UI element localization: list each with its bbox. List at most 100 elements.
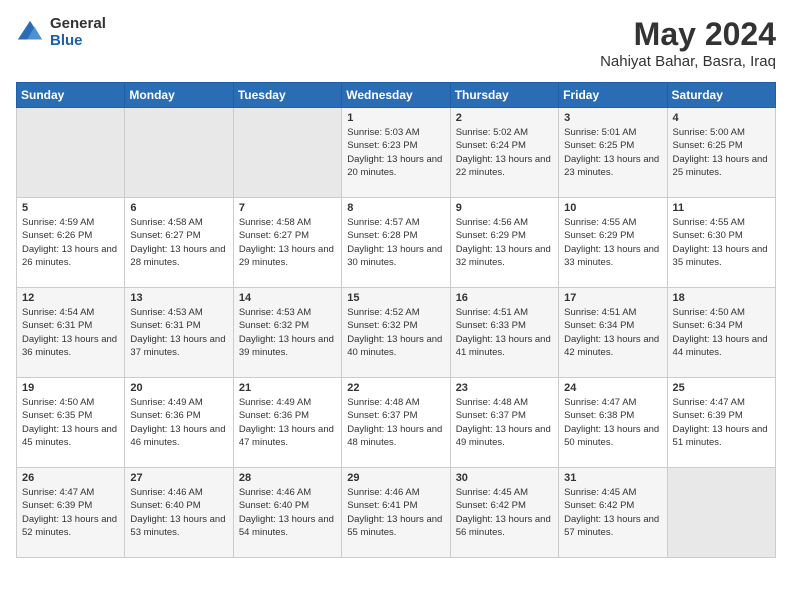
day-info: Sunrise: 4:47 AMSunset: 6:39 PMDaylight:… <box>22 486 119 539</box>
day-info: Sunrise: 5:01 AMSunset: 6:25 PMDaylight:… <box>564 126 661 179</box>
day-info: Sunrise: 4:56 AMSunset: 6:29 PMDaylight:… <box>456 216 553 269</box>
day-info: Sunrise: 4:54 AMSunset: 6:31 PMDaylight:… <box>22 306 119 359</box>
day-info: Sunrise: 4:48 AMSunset: 6:37 PMDaylight:… <box>347 396 444 449</box>
day-number: 8 <box>347 202 444 214</box>
day-number: 30 <box>456 472 553 484</box>
day-number: 20 <box>130 382 227 394</box>
day-info: Sunrise: 4:59 AMSunset: 6:26 PMDaylight:… <box>22 216 119 269</box>
day-number: 17 <box>564 292 661 304</box>
calendar-week-row: 26 Sunrise: 4:47 AMSunset: 6:39 PMDayligh… <box>17 468 776 558</box>
calendar-cell: 5 Sunrise: 4:59 AMSunset: 6:26 PMDaylight… <box>17 198 125 288</box>
day-info: Sunrise: 4:47 AMSunset: 6:38 PMDaylight:… <box>564 396 661 449</box>
day-number: 14 <box>239 292 336 304</box>
calendar-cell: 8 Sunrise: 4:57 AMSunset: 6:28 PMDaylight… <box>342 198 450 288</box>
day-number: 4 <box>673 112 770 124</box>
calendar-cell: 4 Sunrise: 5:00 AMSunset: 6:25 PMDaylight… <box>667 108 775 198</box>
day-info: Sunrise: 4:45 AMSunset: 6:42 PMDaylight:… <box>456 486 553 539</box>
day-number: 9 <box>456 202 553 214</box>
day-number: 2 <box>456 112 553 124</box>
calendar-table: SundayMondayTuesdayWednesdayThursdayFrid… <box>16 82 776 558</box>
day-number: 18 <box>673 292 770 304</box>
day-info: Sunrise: 4:53 AMSunset: 6:32 PMDaylight:… <box>239 306 336 359</box>
day-number: 22 <box>347 382 444 394</box>
day-number: 23 <box>456 382 553 394</box>
logo-text: General Blue <box>50 16 106 49</box>
day-number: 11 <box>673 202 770 214</box>
day-number: 27 <box>130 472 227 484</box>
day-info: Sunrise: 4:49 AMSunset: 6:36 PMDaylight:… <box>130 396 227 449</box>
day-number: 21 <box>239 382 336 394</box>
calendar-cell: 18 Sunrise: 4:50 AMSunset: 6:34 PMDayligh… <box>667 288 775 378</box>
day-info: Sunrise: 4:57 AMSunset: 6:28 PMDaylight:… <box>347 216 444 269</box>
calendar-cell: 12 Sunrise: 4:54 AMSunset: 6:31 PMDayligh… <box>17 288 125 378</box>
day-number: 29 <box>347 472 444 484</box>
weekday-header-tuesday: Tuesday <box>233 83 341 108</box>
weekday-header-row: SundayMondayTuesdayWednesdayThursdayFrid… <box>17 83 776 108</box>
weekday-header-friday: Friday <box>559 83 667 108</box>
day-number: 24 <box>564 382 661 394</box>
calendar-week-row: 19Sunrise: 4:50 AMSunset: 6:35 PMDayligh… <box>17 378 776 468</box>
calendar-cell: 23 Sunrise: 4:48 AMSunset: 6:37 PMDayligh… <box>450 378 558 468</box>
day-number: 26 <box>22 472 119 484</box>
day-number: 15 <box>347 292 444 304</box>
calendar-cell: 14 Sunrise: 4:53 AMSunset: 6:32 PMDayligh… <box>233 288 341 378</box>
calendar-cell: 21 Sunrise: 4:49 AMSunset: 6:36 PMDayligh… <box>233 378 341 468</box>
calendar-cell: 13 Sunrise: 4:53 AMSunset: 6:31 PMDayligh… <box>125 288 233 378</box>
day-info: Sunrise: 4:48 AMSunset: 6:37 PMDaylight:… <box>456 396 553 449</box>
calendar-cell: 16Sunrise: 4:51 AMSunset: 6:33 PMDayligh… <box>450 288 558 378</box>
calendar-week-row: 1 Sunrise: 5:03 AMSunset: 6:23 PMDaylight… <box>17 108 776 198</box>
day-info: Sunrise: 4:45 AMSunset: 6:42 PMDaylight:… <box>564 486 661 539</box>
day-info: Sunrise: 4:51 AMSunset: 6:34 PMDaylight:… <box>564 306 661 359</box>
day-info: Sunrise: 4:58 AMSunset: 6:27 PMDaylight:… <box>130 216 227 269</box>
calendar-cell: 24 Sunrise: 4:47 AMSunset: 6:38 PMDayligh… <box>559 378 667 468</box>
calendar-cell: 7Sunrise: 4:58 AMSunset: 6:27 PMDaylight… <box>233 198 341 288</box>
calendar-cell: 9 Sunrise: 4:56 AMSunset: 6:29 PMDaylight… <box>450 198 558 288</box>
calendar-cell: 29 Sunrise: 4:46 AMSunset: 6:41 PMDayligh… <box>342 468 450 558</box>
day-number: 25 <box>673 382 770 394</box>
day-info: Sunrise: 5:03 AMSunset: 6:23 PMDaylight:… <box>347 126 444 179</box>
day-info: Sunrise: 4:50 AMSunset: 6:34 PMDaylight:… <box>673 306 770 359</box>
calendar-cell: 11 Sunrise: 4:55 AMSunset: 6:30 PMDayligh… <box>667 198 775 288</box>
logo-blue-text: Blue <box>50 33 106 50</box>
calendar-cell: 6 Sunrise: 4:58 AMSunset: 6:27 PMDaylight… <box>125 198 233 288</box>
weekday-header-saturday: Saturday <box>667 83 775 108</box>
calendar-cell: 26 Sunrise: 4:47 AMSunset: 6:39 PMDayligh… <box>17 468 125 558</box>
calendar-cell: 17 Sunrise: 4:51 AMSunset: 6:34 PMDayligh… <box>559 288 667 378</box>
day-info: Sunrise: 4:55 AMSunset: 6:30 PMDaylight:… <box>673 216 770 269</box>
calendar-cell <box>667 468 775 558</box>
day-info: Sunrise: 4:58 AMSunset: 6:27 PMDaylight:… <box>239 216 336 269</box>
day-number: 19 <box>22 382 119 394</box>
day-number: 16 <box>456 292 553 304</box>
day-info: Sunrise: 4:53 AMSunset: 6:31 PMDaylight:… <box>130 306 227 359</box>
day-number: 12 <box>22 292 119 304</box>
day-info: Sunrise: 4:46 AMSunset: 6:41 PMDaylight:… <box>347 486 444 539</box>
day-info: Sunrise: 4:46 AMSunset: 6:40 PMDaylight:… <box>239 486 336 539</box>
calendar-cell <box>125 108 233 198</box>
day-number: 6 <box>130 202 227 214</box>
calendar-cell <box>233 108 341 198</box>
calendar-cell: 31Sunrise: 4:45 AMSunset: 6:42 PMDayligh… <box>559 468 667 558</box>
logo-general-text: General <box>50 16 106 33</box>
day-info: Sunrise: 5:00 AMSunset: 6:25 PMDaylight:… <box>673 126 770 179</box>
day-number: 3 <box>564 112 661 124</box>
logo-icon <box>16 19 44 47</box>
day-number: 5 <box>22 202 119 214</box>
calendar-cell: 25 Sunrise: 4:47 AMSunset: 6:39 PMDayligh… <box>667 378 775 468</box>
calendar-cell <box>17 108 125 198</box>
day-number: 13 <box>130 292 227 304</box>
calendar-location: Nahiyat Bahar, Basra, Iraq <box>600 53 776 70</box>
calendar-week-row: 5 Sunrise: 4:59 AMSunset: 6:26 PMDaylight… <box>17 198 776 288</box>
weekday-header-monday: Monday <box>125 83 233 108</box>
day-info: Sunrise: 5:02 AMSunset: 6:24 PMDaylight:… <box>456 126 553 179</box>
day-info: Sunrise: 4:46 AMSunset: 6:40 PMDaylight:… <box>130 486 227 539</box>
calendar-cell: 10Sunrise: 4:55 AMSunset: 6:29 PMDayligh… <box>559 198 667 288</box>
day-info: Sunrise: 4:49 AMSunset: 6:36 PMDaylight:… <box>239 396 336 449</box>
day-info: Sunrise: 4:47 AMSunset: 6:39 PMDaylight:… <box>673 396 770 449</box>
day-number: 1 <box>347 112 444 124</box>
calendar-cell: 30 Sunrise: 4:45 AMSunset: 6:42 PMDayligh… <box>450 468 558 558</box>
weekday-header-thursday: Thursday <box>450 83 558 108</box>
logo: General Blue <box>16 16 106 49</box>
calendar-cell: 22 Sunrise: 4:48 AMSunset: 6:37 PMDayligh… <box>342 378 450 468</box>
calendar-cell: 20 Sunrise: 4:49 AMSunset: 6:36 PMDayligh… <box>125 378 233 468</box>
day-info: Sunrise: 4:55 AMSunset: 6:29 PMDaylight:… <box>564 216 661 269</box>
